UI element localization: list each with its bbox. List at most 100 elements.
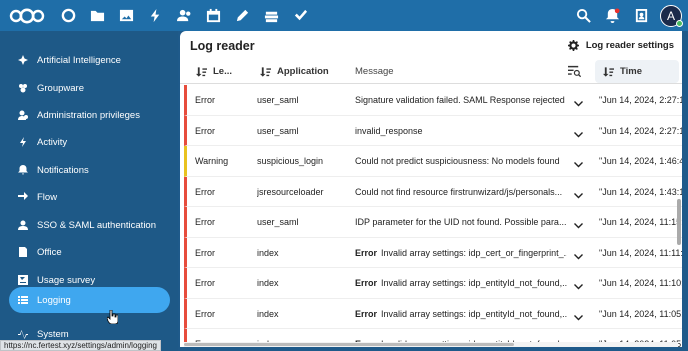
search-icon[interactable] (569, 0, 598, 31)
top-bar: A (0, 0, 688, 31)
chevron-down-icon (573, 223, 583, 229)
log-application: user_saml (257, 125, 299, 136)
log-level: Error (195, 247, 215, 258)
sort-icon (196, 66, 207, 77)
log-level: Error (195, 186, 215, 197)
column-time-label: Time (620, 66, 643, 77)
hand-cursor-icon (107, 310, 118, 324)
message-prefix: Error (355, 247, 378, 258)
sidebar-item-label: Flow (37, 191, 58, 203)
column-level[interactable]: Le... (196, 59, 232, 84)
sidebar-item-administration-privileges[interactable]: Administration privileges (9, 102, 170, 128)
column-application[interactable]: Application (260, 59, 329, 84)
survey-icon (17, 274, 29, 286)
sidebar-item-artificial-intelligence[interactable]: Artificial Intelligence (9, 47, 170, 73)
gear-icon (567, 39, 579, 51)
expand-row-button[interactable] (571, 238, 585, 268)
sidebar-item-notifications[interactable]: Notifications (9, 157, 170, 183)
tasks-icon[interactable] (286, 0, 315, 31)
log-time: "Jun 14, 2024, 1:46:4 (599, 156, 682, 166)
log-time: "Jun 14, 2024, 1:43:1 (599, 186, 682, 197)
log-row[interactable]: Error jsresourceloader Could not find reso… (184, 176, 682, 207)
sidebar-item-label: Activity (37, 136, 68, 148)
flow-icon (17, 191, 29, 203)
filter-button[interactable] (568, 65, 582, 79)
chevron-down-icon (573, 253, 583, 259)
log-message-text: Invalid array settings: idp_entityId_not… (381, 278, 567, 288)
log-row[interactable]: ErrorindexErrorInvalid array settings: i… (184, 237, 682, 268)
expand-row-button[interactable] (571, 207, 585, 237)
column-message: Message (355, 59, 394, 84)
log-row[interactable]: Error user_saml IDP parameter for the UID … (184, 207, 682, 238)
notifications-icon[interactable] (598, 0, 627, 31)
log-level: Error (195, 125, 215, 136)
log-reader-settings-label: Log reader settings (585, 39, 674, 51)
sidebar-item-activity[interactable]: Activity (9, 129, 170, 155)
expand-row-button[interactable] (571, 299, 585, 329)
log-application: index (257, 308, 279, 319)
sidebar-item-label: Notifications (37, 164, 89, 176)
log-time: "Jun 14, 2024, 11:05: (599, 308, 682, 319)
log-reader-settings-button[interactable]: Log reader settings (567, 37, 674, 53)
vertical-scroll-thumb[interactable] (677, 199, 681, 245)
bell-icon (17, 164, 29, 176)
column-time[interactable]: Time (595, 60, 679, 83)
log-message: Could not predict suspiciousness: No mod… (355, 146, 567, 176)
expand-row-button[interactable] (571, 146, 585, 176)
sidebar-item-label: Groupware (37, 82, 84, 94)
sidebar-item-label: Artificial Intelligence (37, 54, 121, 66)
log-time: "Jun 14, 2024, 11:10: (599, 278, 682, 288)
chevron-down-icon (573, 131, 583, 137)
chevron-down-icon (573, 101, 583, 107)
sidebar-item-label: SSO & SAML authentication (37, 219, 156, 231)
log-application: user_saml (257, 95, 299, 105)
log-message: Could not find resource firstrunwizard/j… (355, 177, 567, 207)
expand-row-button[interactable] (571, 116, 585, 146)
sidebar-item-label: Usage survey (37, 274, 96, 286)
nextcloud-logo[interactable] (0, 0, 48, 31)
sidebar-item-sso-saml-authentication[interactable]: SSO & SAML authentication (9, 212, 170, 238)
log-row[interactable]: ErrorindexErrorInvalid array settings: i… (184, 268, 682, 299)
column-level-label: Le... (213, 66, 233, 77)
sidebar-item-logging[interactable]: Logging (9, 287, 170, 313)
avatar-letter: A (666, 8, 675, 23)
log-row[interactable]: Warning suspicious_login Could not predict… (184, 146, 682, 177)
message-prefix: Error (355, 278, 378, 288)
sidebar-item-groupware[interactable]: Groupware (9, 75, 170, 101)
deck-icon[interactable] (257, 0, 286, 31)
log-row[interactable]: Error user_saml invalid_response "Jun 14, 2… (184, 115, 682, 146)
log-application: jsresourceloader (257, 186, 324, 197)
contacts-icon[interactable] (170, 0, 199, 31)
log-level: Error (195, 308, 215, 319)
sidebar-item-flow[interactable]: Flow (9, 184, 170, 210)
log-row[interactable]: ErrorindexErrorInvalid array settings: i… (184, 298, 682, 329)
sidebar-item-label: System (37, 328, 69, 340)
vertical-scrollbar[interactable] (677, 87, 682, 347)
log-message: Error Invalid array settings: idp_cert_or… (355, 238, 567, 268)
sidebar-item-office[interactable]: Office (9, 239, 170, 265)
activity-icon[interactable] (141, 0, 170, 31)
log-message: Signature validation failed. SAML Respon… (355, 85, 567, 115)
log-row[interactable]: Error user_saml Signature validation faile… (184, 85, 682, 116)
notes-icon[interactable] (228, 0, 257, 31)
calendar-icon[interactable] (199, 0, 228, 31)
horizontal-scroll-thumb[interactable] (184, 343, 514, 346)
log-time: "Jun 14, 2024, 2:27:1 (599, 95, 682, 105)
horizontal-scrollbar[interactable] (184, 342, 678, 347)
files-icon[interactable] (83, 0, 112, 31)
groupware-icon (17, 82, 29, 94)
admin-privileges-icon (17, 109, 29, 121)
user-avatar[interactable]: A (660, 4, 683, 27)
expand-row-button[interactable] (571, 85, 585, 115)
dashboard-icon[interactable] (54, 0, 83, 31)
expand-row-button[interactable] (571, 268, 585, 298)
log-message-text: Could not find resource firstrunwizard/j… (355, 186, 563, 197)
contacts-menu-icon[interactable] (627, 0, 656, 31)
expand-row-button[interactable] (571, 177, 585, 207)
settings-sidebar: Artificial Intelligence Groupware Administ… (0, 31, 178, 351)
log-application: suspicious_login (257, 156, 324, 166)
photos-icon[interactable] (112, 0, 141, 31)
log-message-text: Could not predict suspiciousness: No mod… (355, 156, 560, 166)
log-application: user_saml (257, 217, 299, 227)
sort-icon (603, 66, 614, 77)
